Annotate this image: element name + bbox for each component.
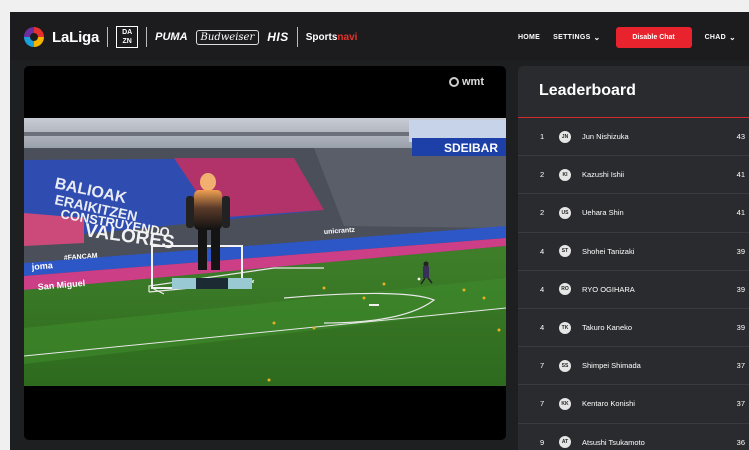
player-score: 37: [736, 361, 745, 371]
stadium-video-frame: BALIOAK ERAIKITZEN CONSTRUYENDO VALORES …: [24, 118, 506, 386]
leaderboard-row: 9 AT Atsushi Tsukamoto 36: [518, 424, 749, 450]
sponsor-logos: LaLiga DA ZN PUMA Budweiser HIS Sportsna…: [24, 25, 357, 49]
player-avatar: TK: [559, 321, 571, 334]
player-score: 39: [736, 323, 745, 333]
logo-divider: [296, 27, 298, 47]
player-score: 41: [736, 170, 745, 180]
leaderboard-row: 7 KK Kentaro Konishi 37: [518, 385, 749, 424]
dazn-logo: DA ZN: [116, 26, 139, 48]
leaderboard-row: 1 JN Jun Nishizuka 43: [518, 118, 749, 157]
leaderboard-panel: Leaderboard 1 JN Jun Nishizuka 43 2 KI K…: [518, 66, 749, 450]
video-player[interactable]: wmt BALIOAK ERAIKITZEN CONSTRUYENDO VALO…: [24, 66, 506, 440]
logo-divider: [107, 27, 109, 47]
leaderboard-row: 7 SS Shimpei Shimada 37: [518, 347, 749, 386]
user-menu-dropdown[interactable]: CHAD ⌄: [705, 33, 736, 42]
sportsnavi-logo: Sportsnavi: [306, 32, 358, 43]
budweiser-logo: Budweiser: [195, 29, 260, 45]
leaderboard-list: 1 JN Jun Nishizuka 43 2 KI Kazushi Ishii…: [518, 118, 749, 450]
leaderboard-row: 4 TK Takuro Kaneko 39: [518, 309, 749, 348]
leaderboard-title: Leaderboard: [539, 82, 636, 99]
player-avatar: ST: [559, 245, 571, 258]
leaderboard-rank: 2: [540, 170, 545, 180]
banner-joma: joma: [30, 260, 54, 272]
player-name: Shimpei Shimada: [582, 361, 641, 371]
nav-home-link[interactable]: HOME: [518, 34, 540, 41]
player-name: Uehara Shin: [582, 208, 624, 218]
his-logo: HIS: [267, 30, 289, 44]
player-avatar: AT: [559, 436, 571, 449]
player-avatar: US: [559, 206, 571, 219]
chevron-down-icon: ⌄: [728, 32, 736, 42]
stadium-scene-image: BALIOAK ERAIKITZEN CONSTRUYENDO VALORES …: [24, 118, 506, 386]
leaderboard-rank: 9: [540, 437, 545, 447]
sportsnavi-logo-part-navi: navi: [337, 31, 358, 43]
logo-divider: [146, 27, 148, 47]
player-avatar: JN: [559, 130, 571, 143]
player-name: Kazushi Ishii: [582, 170, 625, 180]
laliga-logo-icon: [24, 27, 44, 47]
leaderboard-rank: 1: [540, 132, 545, 142]
app-window: LaLiga DA ZN PUMA Budweiser HIS Sportsna…: [10, 12, 749, 450]
wmt-watermark: wmt: [449, 76, 484, 88]
player-name: RYO OGIHARA: [582, 284, 635, 294]
nav-settings-dropdown[interactable]: SETTINGS ⌄: [553, 33, 600, 42]
leaderboard-row: 4 ST Shohei Tanizaki 39: [518, 233, 749, 271]
player-score: 36: [736, 437, 745, 447]
laliga-logo-text: LaLiga: [52, 28, 100, 46]
leaderboard-rank: 4: [540, 246, 545, 256]
wmt-logo-icon: [449, 77, 459, 87]
chevron-down-icon: ⌄: [593, 32, 601, 42]
top-header: LaLiga DA ZN PUMA Budweiser HIS Sportsna…: [10, 12, 749, 60]
nav-settings-label: SETTINGS: [553, 33, 591, 41]
player-name: Shohei Tanizaki: [582, 246, 635, 256]
top-nav: HOME SETTINGS ⌄ Disable Chat CHAD ⌄: [518, 26, 749, 48]
player-name: Kentaro Konishi: [582, 399, 635, 409]
leaderboard-row: 2 KI Kazushi Ishii 41: [518, 156, 749, 195]
player-avatar: SS: [559, 359, 571, 372]
player-name: Takuro Kaneko: [582, 323, 633, 333]
player-avatar: KK: [559, 397, 571, 410]
leaderboard-row: 4 RO RYO OGIHARA 39: [518, 271, 749, 309]
player-name: Jun Nishizuka: [582, 132, 629, 142]
player-score: 37: [736, 399, 745, 409]
player-score: 41: [736, 208, 745, 218]
user-name-label: CHAD: [704, 33, 726, 41]
player-name: Atsushi Tsukamoto: [582, 437, 645, 447]
player-score: 39: [736, 284, 745, 294]
banner-sdeibar: SDEIBAR: [444, 141, 498, 155]
player-score: 39: [736, 246, 745, 256]
leaderboard-rank: 7: [540, 361, 545, 371]
leaderboard-rank: 7: [540, 399, 545, 409]
leaderboard-row: 2 US Uehara Shin 41: [518, 194, 749, 233]
leaderboard-rank: 4: [540, 284, 545, 294]
disable-chat-button[interactable]: Disable Chat: [615, 26, 692, 48]
puma-logo: PUMA: [155, 31, 188, 43]
leaderboard-rank: 2: [540, 208, 545, 218]
sportsnavi-logo-part-sports: Sports: [305, 31, 338, 43]
player-avatar: KI: [559, 168, 571, 181]
player-avatar: RO: [559, 283, 571, 296]
player-score: 43: [736, 132, 745, 142]
leaderboard-rank: 4: [540, 323, 545, 333]
wmt-watermark-text: wmt: [462, 76, 484, 88]
